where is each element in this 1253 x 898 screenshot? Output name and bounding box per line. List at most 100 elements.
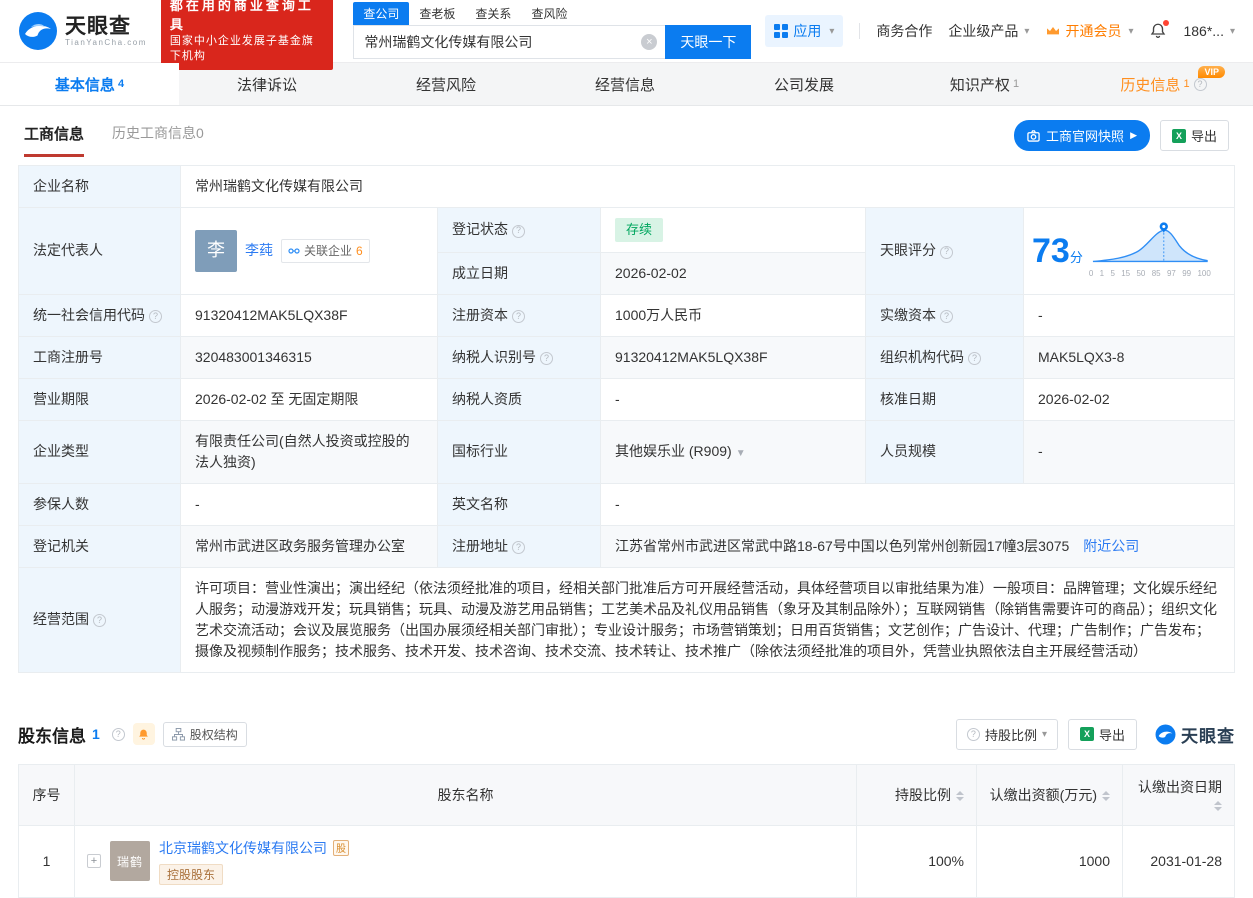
tianyancha-logo[interactable]: 天眼查 TianYanCha.com	[18, 11, 147, 51]
equity-structure-button[interactable]: 股权结构	[163, 722, 247, 747]
tab-count: 1	[1183, 78, 1189, 90]
field-label-reg-authority: 登记机关	[19, 525, 181, 567]
score-number: 73分	[1032, 234, 1083, 268]
help-icon[interactable]: ?	[940, 246, 953, 259]
menu-cooperation[interactable]: 商务合作	[876, 21, 932, 41]
holding-ratio-filter[interactable]: ? 持股比例 ▾	[956, 719, 1058, 750]
org-chart-icon	[172, 728, 185, 741]
tab-label: 知识产权	[950, 74, 1010, 95]
subtab-history-business-info[interactable]: 历史工商信息0	[112, 123, 204, 156]
field-label-company-type: 企业类型	[19, 420, 181, 483]
help-icon[interactable]: ?	[940, 310, 953, 323]
tab-label: 经营风险	[416, 74, 476, 95]
score-axis: 01 515 5085 9799 100	[1089, 268, 1211, 280]
tab-label: 法律诉讼	[237, 74, 297, 95]
field-value-business-term: 2026-02-02 至 无固定期限	[181, 378, 438, 420]
help-icon[interactable]: ?	[540, 352, 553, 365]
expand-button[interactable]: +	[87, 854, 101, 868]
search-tab-relation[interactable]: 查关系	[465, 2, 521, 25]
tab-basic-info[interactable]: 基本信息4	[0, 63, 179, 105]
equity-badge-icon[interactable]: 股	[333, 840, 349, 856]
subtab-business-info[interactable]: 工商信息	[24, 123, 84, 157]
field-label-insured-count: 参保人数	[19, 483, 181, 525]
help-icon[interactable]: ?	[512, 541, 525, 554]
tab-intellectual-property[interactable]: 知识产权1	[895, 63, 1074, 105]
apps-menu-button[interactable]: 应用 ▾	[765, 15, 843, 47]
field-value-legal-rep: 李 李莼 关联企业 6	[181, 208, 438, 295]
table-row: 工商注册号 320483001346315 纳税人识别号? 91320412MA…	[19, 336, 1235, 378]
column-index: 序号	[19, 764, 75, 825]
field-value-reg-number: 320483001346315	[181, 336, 438, 378]
tab-label: 基本信息	[55, 74, 115, 95]
sort-icon[interactable]	[1102, 791, 1110, 801]
shareholder-index: 1	[19, 825, 75, 897]
header-menu: 应用 ▾ 商务合作 企业级产品 ▾ 开通会员 ▾ 186*... ▾	[765, 15, 1235, 47]
field-value-score: 73分 01 515 5085 9799 100	[1024, 208, 1235, 295]
apps-label: 应用	[793, 21, 821, 41]
field-label-reg-capital: 注册资本?	[438, 294, 601, 336]
tab-operation-info[interactable]: 经营信息	[537, 63, 716, 105]
user-phone-menu[interactable]: 186*... ▾	[1183, 23, 1235, 39]
legal-rep-avatar: 李	[195, 230, 237, 272]
field-label-company-name: 企业名称	[19, 166, 181, 208]
sort-icon[interactable]	[956, 791, 964, 801]
field-value-company-type: 有限责任公司(自然人投资或控股的法人独资)	[181, 420, 438, 483]
search-input[interactable]	[353, 25, 665, 59]
table-header-row: 序号 股东名称 持股比例 认缴出资额(万元) 认缴出资日期	[19, 764, 1235, 825]
tab-label: 历史信息	[1120, 74, 1180, 95]
shareholder-name-cell: + 瑞鹤 北京瑞鹤文化传媒有限公司 股 控股股东	[75, 825, 857, 897]
legal-rep-link[interactable]: 李莼	[245, 240, 273, 261]
help-icon[interactable]: ?	[149, 310, 162, 323]
field-value-establish-date: 2026-02-02	[601, 252, 866, 294]
help-icon[interactable]: ?	[93, 614, 106, 627]
field-value-english-name: -	[601, 483, 1235, 525]
related-companies-tag[interactable]: 关联企业 6	[281, 239, 370, 263]
help-icon[interactable]: ?	[512, 310, 525, 323]
tab-legal-litigation[interactable]: 法律诉讼	[179, 63, 358, 105]
search-tab-boss[interactable]: 查老板	[409, 2, 465, 25]
table-row: 登记机关 常州市武进区政务服务管理办公室 注册地址? 江苏省常州市武进区常武中路…	[19, 525, 1235, 567]
top-header: 天眼查 TianYanCha.com 都在用的商业查询工具 国家中小企业发展子基…	[0, 0, 1253, 62]
search-tab-risk[interactable]: 查风险	[521, 2, 577, 25]
search-button[interactable]: 天眼一下	[665, 25, 751, 59]
related-count: 6	[356, 242, 363, 260]
chevron-down-icon[interactable]: ▼	[736, 448, 746, 459]
export-button[interactable]: X 导出	[1068, 719, 1137, 750]
controlling-shareholder-tag: 控股股东	[159, 864, 223, 885]
tianyancha-watermark: 天眼查	[1155, 722, 1235, 747]
tab-company-development[interactable]: 公司发展	[716, 63, 895, 105]
shareholders-count: 1	[92, 726, 100, 742]
table-row: 经营范围? 许可项目：营业性演出；演出经纪（依法须经批准的项目，经相关部门批准后…	[19, 567, 1235, 672]
notification-bell-icon[interactable]	[1149, 22, 1167, 40]
search-tab-company[interactable]: 查公司	[353, 2, 409, 25]
tab-operation-risk[interactable]: 经营风险	[358, 63, 537, 105]
chevron-down-icon: ▾	[1024, 26, 1029, 37]
nearby-companies-link[interactable]: 附近公司	[1083, 538, 1139, 554]
vip-badge: VIP	[1198, 66, 1225, 78]
field-label-reg-number: 工商注册号	[19, 336, 181, 378]
help-icon[interactable]: ?	[1194, 78, 1207, 91]
field-value-company-name: 常州瑞鹤文化传媒有限公司	[181, 166, 1235, 208]
menu-enterprise[interactable]: 企业级产品 ▾	[948, 21, 1029, 41]
tab-history-info[interactable]: VIP 历史信息1 ?	[1074, 63, 1253, 105]
help-icon[interactable]: ?	[968, 352, 981, 365]
grid-icon	[774, 24, 788, 38]
shareholder-date: 2031-01-28	[1123, 825, 1235, 897]
help-icon[interactable]: ?	[112, 728, 125, 741]
field-label-industry: 国标行业	[438, 420, 601, 483]
field-value-approval-date: 2026-02-02	[1024, 378, 1235, 420]
menu-open-vip[interactable]: 开通会员 ▾	[1045, 21, 1133, 41]
column-subscribed-date: 认缴出资日期	[1123, 764, 1235, 825]
enterprise-label: 企业级产品	[948, 21, 1018, 41]
official-snapshot-button[interactable]: 工商官网快照 ▶	[1014, 120, 1150, 151]
related-companies-icon	[288, 245, 300, 257]
field-value-reg-address: 江苏省常州市武进区常武中路18-67号中国以色列常州创新园17幢3层3075 附…	[601, 525, 1235, 567]
help-icon[interactable]: ?	[512, 225, 525, 238]
subscribe-bell-icon[interactable]	[133, 723, 155, 745]
table-row: 参保人数 - 英文名称 -	[19, 483, 1235, 525]
shareholder-link[interactable]: 北京瑞鹤文化传媒有限公司	[159, 838, 327, 858]
export-button[interactable]: X 导出	[1160, 120, 1229, 151]
export-label: 导出	[1099, 725, 1125, 744]
column-subscribed-amount: 认缴出资额(万元)	[977, 764, 1123, 825]
sort-icon[interactable]	[1214, 801, 1222, 811]
